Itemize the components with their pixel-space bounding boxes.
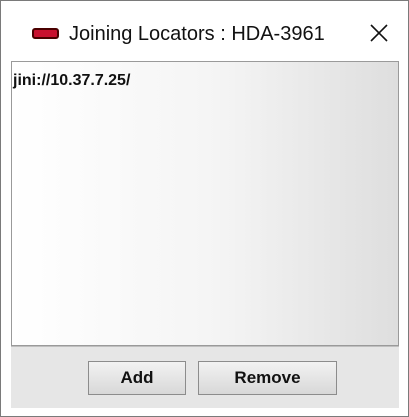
app-indicator-icon: [32, 28, 59, 39]
title-bar[interactable]: Joining Locators : HDA-3961: [1, 1, 408, 61]
joining-locators-dialog: Joining Locators : HDA-3961 jini://10.37…: [0, 0, 409, 417]
window-title: Joining Locators : HDA-3961: [69, 23, 325, 45]
close-button[interactable]: [359, 15, 399, 51]
add-button[interactable]: Add: [88, 361, 186, 395]
remove-button[interactable]: Remove: [198, 361, 337, 395]
locator-list-item[interactable]: jini://10.37.7.25/: [13, 72, 130, 90]
close-icon: [370, 24, 388, 42]
locator-list[interactable]: jini://10.37.7.25/: [11, 61, 399, 346]
button-bar: Add Remove: [11, 346, 399, 408]
